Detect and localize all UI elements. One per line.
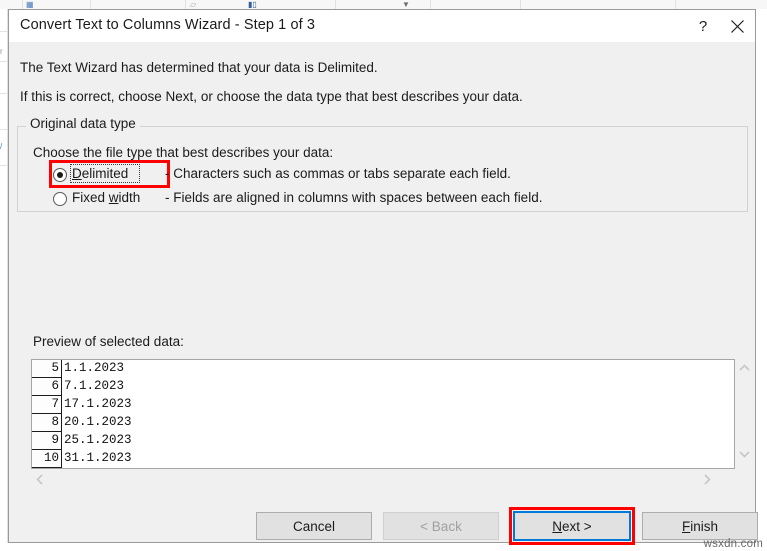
chevron-down-icon[interactable] (735, 445, 753, 463)
preview-row: 7 17.1.2023 (32, 396, 734, 414)
chevron-left-icon[interactable] (31, 470, 49, 488)
preview-row-number: 9 (32, 432, 62, 450)
label-rest: idth (118, 190, 141, 205)
label-pre: Fixed (72, 190, 109, 205)
preview-row: 10 31.1.2023 (32, 450, 734, 468)
preview-horizontal-scrollbar[interactable] (31, 470, 735, 488)
choose-file-type-label: Choose the file type that best describes… (33, 145, 334, 160)
intro-line-1: The Text Wizard has determined that your… (20, 60, 378, 75)
preview-row-value: 20.1.2023 (64, 415, 132, 429)
delimited-description: - Characters such as commas or tabs sepa… (165, 166, 511, 181)
accel-char: D (72, 166, 82, 181)
convert-text-to-columns-dialog: Convert Text to Columns Wizard - Step 1 … (8, 9, 758, 545)
label-rest: ext > (562, 518, 592, 534)
preview-row-number: 7 (32, 396, 62, 414)
label-rest: inish (690, 518, 718, 534)
preview-row-value: 31.1.2023 (64, 451, 132, 465)
ribbon-cell (520, 0, 676, 9)
label-rest: elimited (81, 166, 129, 181)
radio-fixed-width-mark[interactable] (53, 192, 67, 206)
preview-label: Preview of selected data: (33, 334, 184, 349)
filter-icon: ▼ (402, 0, 410, 9)
chevron-up-icon[interactable] (735, 359, 753, 377)
preview-row: 6 7.1.2023 (32, 378, 734, 396)
accel-char: F (681, 518, 691, 534)
preview-row-value: 25.1.2023 (64, 433, 132, 447)
preview-vertical-scrollbar[interactable] (735, 359, 753, 469)
preview-row-value: 17.1.2023 (64, 397, 132, 411)
preview-pane[interactable]: 5 1.1.2023 6 7.1.2023 7 17.1.2023 8 20.1… (31, 359, 735, 469)
ribbon-cell (430, 0, 521, 9)
preview-row-value: 7.1.2023 (64, 379, 125, 393)
preview-row-number: 8 (32, 414, 62, 432)
intro-line-2: If this is correct, choose Next, or choo… (20, 89, 523, 104)
preview-row: 9 25.1.2023 (32, 432, 734, 450)
ribbon-cell (90, 0, 186, 9)
table-icon: ▦ (26, 0, 34, 9)
preview-row: 8 20.1.2023 (32, 414, 734, 432)
cancel-button[interactable]: Cancel (256, 512, 372, 540)
cell-text-fragment: / (0, 142, 3, 151)
excel-right-area (756, 9, 767, 551)
ribbon-cell (0, 0, 23, 9)
radio-delimited-label: Delimited (72, 166, 128, 181)
close-icon[interactable] (719, 10, 755, 42)
radio-fixed-width-label: Fixed width (72, 190, 140, 205)
radio-delimited-mark[interactable] (53, 168, 67, 182)
preview-row-number: 6 (32, 378, 62, 396)
preview-row-number: 10 (32, 450, 62, 468)
back-button[interactable]: < Back (383, 512, 499, 540)
accel-char: N (552, 518, 563, 534)
cell-text-fragment: r (0, 47, 3, 56)
preview-row-value: 1.1.2023 (64, 361, 125, 375)
ribbon-cell (675, 0, 767, 9)
chevron-right-icon[interactable] (698, 470, 716, 488)
chart-icon: ▮▯ (248, 0, 257, 9)
original-data-type-legend: Original data type (26, 116, 140, 131)
ribbon-cell (335, 0, 431, 9)
next-button[interactable]: Next > (513, 511, 631, 541)
dialog-title: Convert Text to Columns Wizard - Step 1 … (20, 17, 316, 33)
page-icon: ▱ (190, 0, 197, 9)
preview-row-number: 5 (32, 360, 62, 378)
dialog-titlebar: Convert Text to Columns Wizard - Step 1 … (9, 10, 755, 42)
ribbon-cell (185, 0, 336, 9)
finish-button[interactable]: Finish (642, 512, 758, 540)
watermark: wsxdn.com (703, 538, 763, 550)
help-icon[interactable]: ? (684, 10, 722, 42)
accel-char: w (108, 190, 119, 205)
excel-bottom-area (0, 543, 767, 551)
fixed-width-description: - Fields are aligned in columns with spa… (165, 190, 543, 205)
preview-row: 5 1.1.2023 (32, 360, 734, 378)
